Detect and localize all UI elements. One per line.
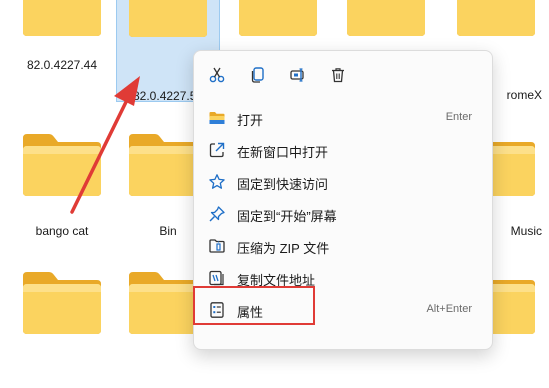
folder-name: 82.0.4227.44 [26, 58, 98, 72]
menu-item-label: 在新窗口中打开 [237, 145, 329, 160]
folder-tile[interactable] [10, 268, 114, 388]
folder-icon [19, 268, 105, 336]
star-icon [208, 173, 226, 191]
delete-button[interactable] [324, 61, 352, 89]
cut-icon [209, 67, 225, 83]
folder-icon [19, 0, 105, 38]
rename-button[interactable] [284, 61, 312, 89]
open-new-window-icon [208, 141, 226, 159]
copy-icon [251, 67, 264, 83]
copy-path-icon [208, 269, 226, 287]
delete-icon [332, 68, 344, 83]
menu-item-open-new-window[interactable]: 在新窗口中打开 [200, 135, 486, 165]
menu-item-label: 压缩为 ZIP 文件 [237, 241, 330, 256]
copy-button[interactable] [244, 61, 272, 89]
folder-name: Music [510, 224, 542, 238]
folder-icon [343, 0, 429, 38]
folder-name: romeX [506, 88, 542, 102]
folder-icon [235, 0, 321, 38]
menu-item-pin-start[interactable]: 固定到“开始”屏幕 [200, 199, 486, 229]
folder-icon [208, 109, 226, 127]
menu-item-pin-quick-access[interactable]: 固定到快速访问 [200, 167, 486, 197]
menu-item-label: 固定到快速访问 [237, 177, 329, 192]
menu-item-shortcut: Enter [445, 111, 472, 123]
folder-icon [125, 0, 211, 39]
quick-actions-bar [194, 61, 492, 89]
folder-tile[interactable]: 82.0.4227.44 [10, 0, 114, 90]
cut-button[interactable] [203, 61, 231, 89]
menu-item-open[interactable]: 打开 Enter [200, 103, 486, 133]
folder-icon [19, 130, 105, 198]
menu-item-compress-zip[interactable]: 压缩为 ZIP 文件 [200, 231, 486, 261]
folder-icon [453, 0, 539, 38]
rename-icon [290, 68, 304, 82]
folder-tile[interactable]: bango cat [10, 130, 114, 250]
zip-icon [208, 237, 226, 255]
folder-name: bango cat [35, 224, 89, 238]
menu-item-label: 打开 [237, 113, 264, 128]
pin-icon [208, 205, 226, 223]
menu-item-shortcut: Alt+Enter [426, 303, 472, 315]
menu-item-label: 固定到“开始”屏幕 [237, 209, 337, 224]
annotation-highlight-box [193, 286, 315, 325]
